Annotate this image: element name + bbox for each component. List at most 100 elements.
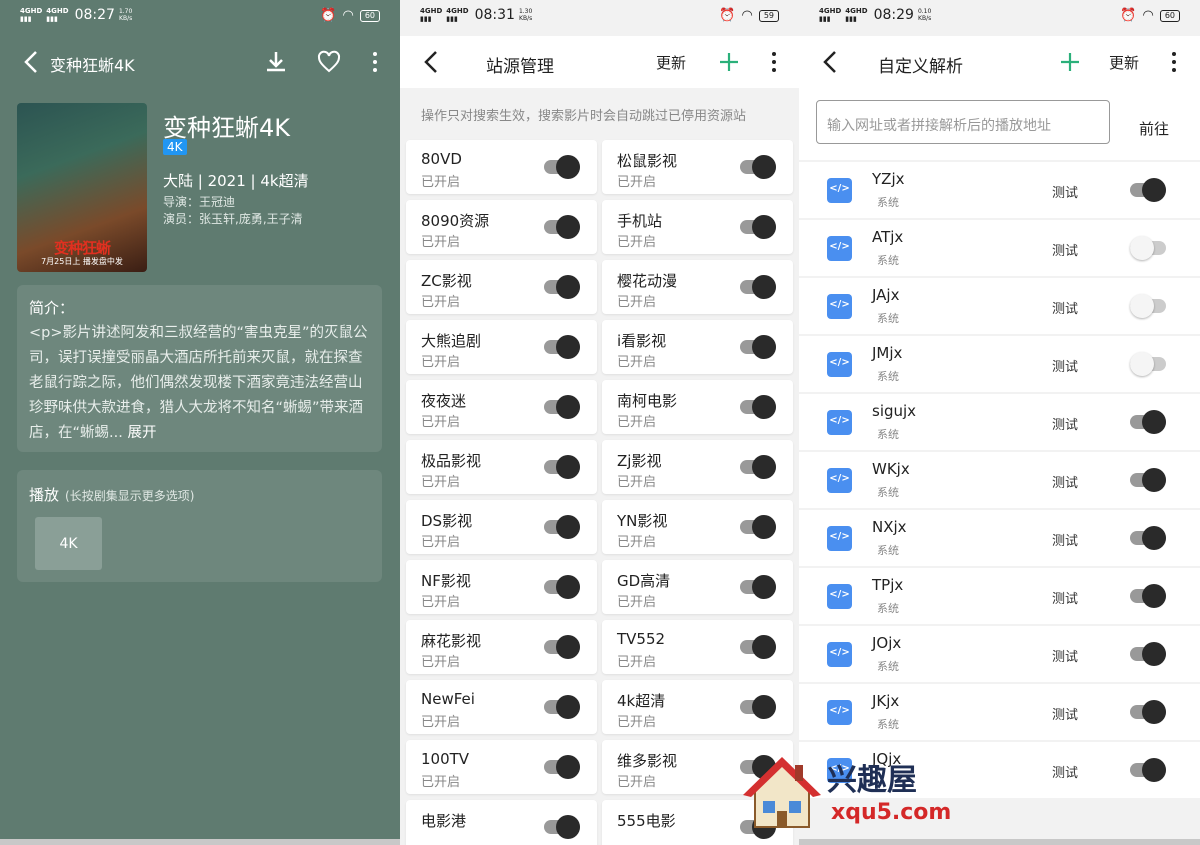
source-card[interactable]: 80VD 已开启 (406, 140, 597, 194)
toggle-switch-on[interactable] (1130, 178, 1166, 202)
source-card[interactable]: 夜夜迷 已开启 (406, 380, 597, 434)
parser-row[interactable]: </> JKjx 系统 测试 (799, 684, 1200, 740)
test-button[interactable]: 测试 (1052, 472, 1078, 491)
movie-poster[interactable]: 变种狂蜥 7月25日上 播发盘中发 (17, 103, 147, 272)
update-button[interactable]: 更新 (1109, 52, 1139, 73)
test-button[interactable]: 测试 (1052, 646, 1078, 665)
parser-row[interactable]: </> sigujx 系统 测试 (799, 394, 1200, 450)
toggle-switch-on[interactable] (544, 155, 580, 179)
toggle-switch-on[interactable] (740, 155, 776, 179)
toggle-switch-on[interactable] (740, 515, 776, 539)
add-button[interactable] (716, 48, 742, 76)
toggle-switch-on[interactable] (1130, 468, 1166, 492)
source-card[interactable]: NewFei 已开启 (406, 680, 597, 734)
toggle-switch-on[interactable] (1130, 758, 1166, 782)
toggle-switch-on[interactable] (740, 635, 776, 659)
source-status: 已开启 (617, 295, 657, 310)
source-card[interactable]: 手机站 已开启 (602, 200, 793, 254)
source-card[interactable]: 南柯电影 已开启 (602, 380, 793, 434)
update-button[interactable]: 更新 (656, 52, 686, 73)
source-card[interactable]: 8090资源 已开启 (406, 200, 597, 254)
test-button[interactable]: 测试 (1052, 240, 1078, 259)
source-card[interactable]: 电影港 (406, 800, 597, 845)
parser-row[interactable]: </> JMjx 系统 测试 (799, 336, 1200, 392)
source-card[interactable]: 樱花动漫 已开启 (602, 260, 793, 314)
parser-row[interactable]: </> ATjx 系统 测试 (799, 220, 1200, 276)
toggle-switch-off[interactable] (1130, 236, 1166, 260)
parser-row[interactable]: </> WKjx 系统 测试 (799, 452, 1200, 508)
favorite-button[interactable] (316, 48, 342, 76)
toggle-switch-on[interactable] (544, 395, 580, 419)
toggle-switch-on[interactable] (740, 575, 776, 599)
toggle-switch-on[interactable] (740, 695, 776, 719)
play-card: 播放 (长按剧集显示更多选项) 4K (17, 470, 382, 582)
source-card[interactable]: DS影视 已开启 (406, 500, 597, 554)
toggle-switch-on[interactable] (740, 455, 776, 479)
toggle-switch-on[interactable] (740, 215, 776, 239)
parser-row[interactable]: </> YZjx 系统 测试 (799, 162, 1200, 218)
source-name: ZC影视 (421, 272, 472, 290)
source-card[interactable]: NF影视 已开启 (406, 560, 597, 614)
toggle-switch-on[interactable] (1130, 410, 1166, 434)
test-button[interactable]: 测试 (1052, 356, 1078, 375)
test-button[interactable]: 测试 (1052, 182, 1078, 201)
source-card[interactable]: 大熊追剧 已开启 (406, 320, 597, 374)
toggle-switch-on[interactable] (740, 335, 776, 359)
source-card[interactable]: YN影视 已开启 (602, 500, 793, 554)
toggle-switch-on[interactable] (544, 695, 580, 719)
source-card[interactable]: 100TV 已开启 (406, 740, 597, 794)
source-card[interactable]: 极品影视 已开启 (406, 440, 597, 494)
more-menu-button[interactable] (771, 50, 777, 74)
test-button[interactable]: 测试 (1052, 704, 1078, 723)
code-glyph: </> (829, 357, 850, 368)
toggle-switch-off[interactable] (1130, 294, 1166, 318)
source-card[interactable]: 麻花影视 已开启 (406, 620, 597, 674)
toggle-switch-on[interactable] (1130, 584, 1166, 608)
source-card[interactable]: 4k超清 已开启 (602, 680, 793, 734)
toggle-switch-on[interactable] (544, 455, 580, 479)
parser-row[interactable]: </> JAjx 系统 测试 (799, 278, 1200, 334)
parser-row[interactable]: </> JOjx 系统 测试 (799, 626, 1200, 682)
toggle-switch-on[interactable] (544, 755, 580, 779)
url-input[interactable]: 输入网址或者拼接解析后的播放地址 (816, 100, 1110, 144)
download-button[interactable] (263, 48, 289, 76)
source-card[interactable]: ZC影视 已开启 (406, 260, 597, 314)
source-card[interactable]: Zj影视 已开启 (602, 440, 793, 494)
back-button[interactable] (420, 48, 444, 76)
toggle-switch-on[interactable] (544, 275, 580, 299)
test-button[interactable]: 测试 (1052, 588, 1078, 607)
test-button[interactable]: 测试 (1052, 762, 1078, 781)
more-menu-button[interactable] (372, 50, 378, 74)
toggle-switch-on[interactable] (740, 275, 776, 299)
toggle-switch-on[interactable] (1130, 642, 1166, 666)
parser-row[interactable]: </> NXjx 系统 测试 (799, 510, 1200, 566)
source-card[interactable]: 松鼠影视 已开启 (602, 140, 793, 194)
toggle-switch-on[interactable] (544, 635, 580, 659)
parser-type: 系统 (877, 602, 899, 615)
toggle-switch-on[interactable] (544, 815, 580, 839)
back-button[interactable] (819, 48, 843, 76)
source-card[interactable]: i看影视 已开启 (602, 320, 793, 374)
test-button[interactable]: 测试 (1052, 530, 1078, 549)
parser-type: 系统 (877, 196, 899, 209)
expand-link[interactable]: 展开 (127, 425, 156, 441)
test-button[interactable]: 测试 (1052, 414, 1078, 433)
go-button[interactable]: 前往 (1139, 118, 1169, 139)
test-button[interactable]: 测试 (1052, 298, 1078, 317)
toggle-switch-on[interactable] (740, 395, 776, 419)
episode-button[interactable]: 4K (35, 517, 102, 570)
add-button[interactable] (1057, 48, 1083, 76)
back-button[interactable] (20, 48, 44, 76)
source-card[interactable]: TV552 已开启 (602, 620, 793, 674)
parser-row[interactable]: </> TPjx 系统 测试 (799, 568, 1200, 624)
toggle-thumb (556, 335, 580, 359)
toggle-switch-on[interactable] (544, 515, 580, 539)
toggle-switch-on[interactable] (1130, 700, 1166, 724)
source-card[interactable]: GD高清 已开启 (602, 560, 793, 614)
toggle-switch-on[interactable] (544, 335, 580, 359)
toggle-switch-on[interactable] (544, 575, 580, 599)
toggle-switch-on[interactable] (544, 215, 580, 239)
more-menu-button[interactable] (1171, 50, 1177, 74)
toggle-switch-off[interactable] (1130, 352, 1166, 376)
toggle-switch-on[interactable] (1130, 526, 1166, 550)
